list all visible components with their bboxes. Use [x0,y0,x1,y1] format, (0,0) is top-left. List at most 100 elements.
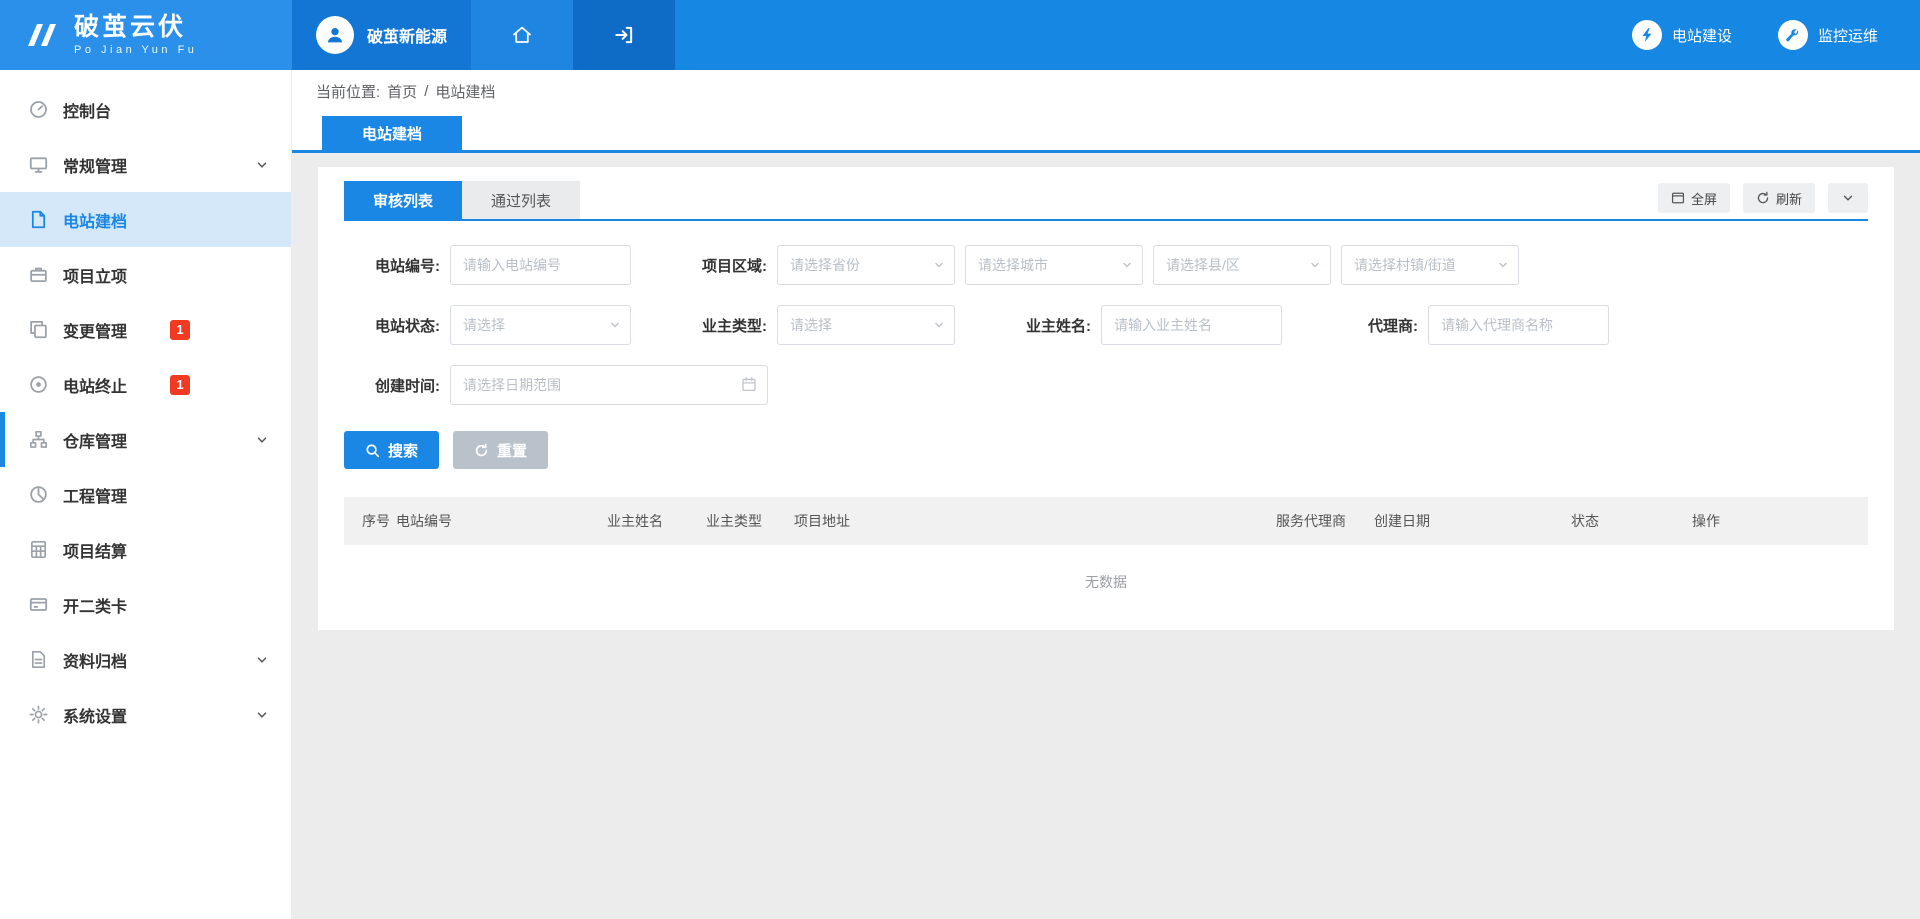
chevron-down-icon [1121,259,1133,271]
owner-name-input[interactable] [1101,305,1282,345]
tab-passed-list[interactable]: 通过列表 [462,181,580,219]
table-header-cell: 业主类型 [706,511,794,531]
chevron-down-icon [1497,259,1509,271]
table-header-cell: 创建日期 [1374,511,1571,531]
sidebar-item-system-settings[interactable]: 系统设置 [0,687,291,742]
chevron-down-icon [255,158,269,172]
page-tab-station-filing[interactable]: 电站建档 [322,116,462,150]
file-icon [28,210,48,230]
logout-button[interactable] [573,0,675,70]
sidebar-item-console[interactable]: 控制台 [0,82,291,137]
nav-label: 电站建设 [1672,25,1732,46]
city-select[interactable]: 请选择城市 [965,245,1143,285]
search-label: 搜索 [388,440,418,461]
nav-monitor-ops[interactable]: 监控运维 [1778,20,1878,50]
sidebar-item-label: 变更管理 [63,318,127,342]
village-select[interactable]: 请选择村镇/街道 [1341,245,1519,285]
breadcrumb-separator: / [424,83,428,100]
tab-review-list[interactable]: 审核列表 [344,181,462,219]
refresh-icon [1756,191,1770,205]
chevron-down-icon [609,319,621,331]
fullscreen-button[interactable]: 全屏 [1658,183,1730,213]
table-header-cell: 项目地址 [794,511,1276,531]
logout-icon [613,24,635,46]
region-label: 项目区域: [671,255,767,276]
refresh-label: 刷新 [1776,189,1802,208]
chevron-down-icon [933,259,945,271]
user-avatar-icon [316,16,354,54]
collapse-button[interactable] [1828,183,1868,213]
home-button[interactable] [471,0,573,70]
sidebar-item-warehouse-management[interactable]: 仓库管理 [0,412,291,467]
search-button[interactable]: 搜索 [344,431,439,469]
panel-tabs: 审核列表 通过列表 全屏 刷新 [344,181,1868,221]
record-icon [28,375,48,395]
refresh-button[interactable]: 刷新 [1743,183,1815,213]
home-icon [511,24,533,46]
sidebar-item-label: 仓库管理 [63,428,127,452]
logo-icon [24,21,62,49]
agent-label: 代理商: [1322,315,1418,336]
panel: 审核列表 通过列表 全屏 刷新 [318,167,1894,630]
sidebar-item-label: 电站建档 [63,208,127,232]
monitor-icon [28,155,48,175]
sidebar-item-label: 系统设置 [63,703,127,727]
station-status-select[interactable]: 请选择 [450,305,631,345]
table-header-cell: 服务代理商 [1276,511,1374,531]
sidebar-item-engineering-management[interactable]: 工程管理 [0,467,291,522]
county-select[interactable]: 请选择县/区 [1153,245,1331,285]
owner-type-select[interactable]: 请选择 [777,305,955,345]
notification-badge: 1 [170,375,190,395]
user-menu[interactable]: 破茧新能源 [292,0,471,70]
breadcrumb-home-link[interactable]: 首页 [387,81,417,102]
lightning-icon [1632,20,1662,50]
breadcrumb-current: 电站建档 [435,81,495,102]
company-name: 破茧新能源 [367,23,447,47]
calculator-icon [28,540,48,560]
station-no-input[interactable] [450,245,631,285]
sidebar-item-type2-card[interactable]: 开二类卡 [0,577,291,632]
fullscreen-label: 全屏 [1691,189,1717,208]
chevron-down-icon [1841,191,1855,205]
gear-icon [28,705,48,725]
nav-station-construction[interactable]: 电站建设 [1632,20,1732,50]
breadcrumb: 当前位置: 首页 / 电站建档 [292,70,1920,112]
province-select[interactable]: 请选择省份 [777,245,955,285]
sidebar-item-label: 工程管理 [63,483,127,507]
main-content: 当前位置: 首页 / 电站建档 电站建档 审核列表 通过列表 全屏 [292,70,1920,919]
briefcase-icon [28,265,48,285]
wrench-icon [1778,20,1808,50]
app-title: 破茧云伏 [74,14,197,42]
table-header-cell: 电站编号 [396,511,607,531]
owner-name-label: 业主姓名: [995,315,1091,336]
owner-type-label: 业主类型: [671,315,767,336]
date-range-input[interactable] [450,365,768,405]
copy-icon [28,320,48,340]
sitemap-icon [28,430,48,450]
sidebar-item-general-management[interactable]: 常规管理 [0,137,291,192]
chevron-down-icon [255,708,269,722]
sidebar-item-data-archive[interactable]: 资料归档 [0,632,291,687]
table-header: 序号 电站编号 业主姓名 业主类型 项目地址 服务代理商 创建日期 状态 操作 [344,497,1868,545]
sidebar-item-project-settlement[interactable]: 项目结算 [0,522,291,577]
station-status-label: 电站状态: [344,315,440,336]
reset-button[interactable]: 重置 [453,431,548,469]
sidebar-item-station-filing[interactable]: 电站建档 [0,192,291,247]
calendar-icon [741,376,757,392]
sidebar-item-station-termination[interactable]: 电站终止 1 [0,357,291,412]
reset-icon [474,443,489,458]
reset-label: 重置 [497,440,527,461]
sidebar-item-label: 项目立项 [63,263,127,287]
app-logo: 破茧云伏 Po Jian Yun Fu [0,0,292,70]
sidebar-item-label: 项目结算 [63,538,127,562]
search-icon [365,443,380,458]
table-header-cell: 操作 [1692,511,1868,531]
notification-badge: 1 [170,320,190,340]
sidebar-item-change-management[interactable]: 变更管理 1 [0,302,291,357]
sidebar-item-project-initiation[interactable]: 项目立项 [0,247,291,302]
sidebar-item-label: 资料归档 [63,648,127,672]
pie-chart-icon [28,485,48,505]
empty-state: 无数据 [344,545,1868,618]
agent-input[interactable] [1428,305,1609,345]
sidebar-item-label: 常规管理 [63,153,127,177]
